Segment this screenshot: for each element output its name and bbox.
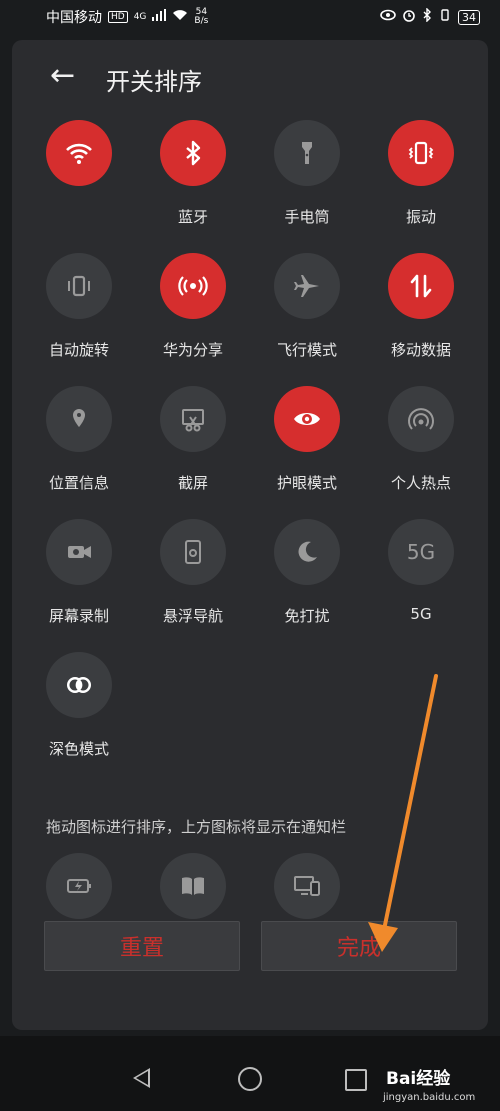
battery-indicator: 34 [458, 9, 480, 25]
nav-recent-icon[interactable] [345, 1069, 367, 1091]
toggle-circle[interactable] [274, 853, 340, 919]
toggle-label: 护眼模式 [276, 474, 337, 492]
toggle-circle[interactable] [274, 386, 340, 452]
wifi-icon [64, 138, 94, 168]
quick-toggle-mobile-data[interactable]: 移动数据 [371, 253, 471, 373]
multi-screen-icon [292, 871, 322, 901]
location-icon [64, 404, 94, 434]
nav-back-icon[interactable] [133, 1068, 150, 1088]
eye-status-icon [380, 9, 396, 25]
toggle-label: 飞行模式 [276, 341, 337, 359]
screen-record-icon [64, 537, 94, 567]
quick-toggle-huawei-share[interactable]: 华为分享 [143, 253, 243, 373]
signal-icon [152, 9, 167, 25]
toggle-circle[interactable] [274, 253, 340, 319]
nav-home-icon[interactable] [238, 1067, 262, 1091]
toggle-circle[interactable] [274, 120, 340, 186]
quick-toggle-location[interactable]: 位置信息 [29, 386, 129, 506]
switch-order-panel: ← 开关排序 蓝牙 手电筒 振动自动旋转 华为分享 飞行模式 移动数据位置信息 截屏 护眼模式… [12, 40, 488, 1030]
toggle-circle[interactable] [160, 519, 226, 585]
airplane-icon [292, 271, 322, 301]
quick-toggle-moon[interactable]: 免打扰 [257, 519, 357, 639]
huawei-share-icon [178, 271, 208, 301]
toggle-label: 截屏 [177, 474, 208, 492]
quick-toggle-5g[interactable]: 5G 5G [371, 519, 471, 639]
alarm-icon [402, 8, 416, 26]
floating-nav-icon [178, 537, 208, 567]
moon-icon [292, 537, 322, 567]
toggle-label: 悬浮导航 [162, 607, 223, 625]
screenshot-icon [178, 404, 208, 434]
hotspot-icon [406, 404, 436, 434]
toggle-label: 蓝牙 [177, 208, 208, 226]
toggle-label: 自动旋转 [48, 341, 109, 359]
bluetooth-icon [178, 138, 208, 168]
vibrate-status-icon [438, 8, 452, 26]
carrier-name: 中国移动 [46, 10, 102, 26]
quick-toggle-screen-record[interactable]: 屏幕录制 [29, 519, 129, 639]
toggle-circle[interactable] [388, 253, 454, 319]
toggle-circle[interactable] [46, 652, 112, 718]
status-bar: 中国移动 HD 4G 54 B/s 34 [0, 0, 500, 34]
drag-hint-text: 拖动图标进行排序，上方图标将显示在通知栏 [46, 818, 347, 836]
toggle-circle[interactable] [274, 519, 340, 585]
quick-toggle-flashlight[interactable]: 手电筒 [257, 120, 357, 240]
battery-saver-icon [64, 871, 94, 901]
toggle-circle[interactable] [388, 120, 454, 186]
toggle-circle[interactable] [160, 120, 226, 186]
quick-toggle-auto-rotate[interactable]: 自动旋转 [29, 253, 129, 373]
quick-toggle-eye[interactable]: 护眼模式 [257, 386, 357, 506]
toggle-label: 振动 [405, 208, 436, 226]
toggle-circle[interactable] [46, 853, 112, 919]
quick-toggle-screenshot[interactable]: 截屏 [143, 386, 243, 506]
toggle-circle[interactable] [160, 386, 226, 452]
quick-toggle-bluetooth[interactable]: 蓝牙 [143, 120, 243, 240]
back-arrow-icon[interactable]: ← [50, 61, 80, 92]
network-type: 4G [133, 12, 147, 22]
bluetooth-status-icon [422, 7, 432, 26]
auto-rotate-icon [64, 271, 94, 301]
eye-icon [292, 404, 322, 434]
toggle-circle[interactable]: 5G [388, 519, 454, 585]
reset-button[interactable]: 重置 [44, 921, 240, 971]
toggle-label: 位置信息 [48, 474, 109, 492]
toggle-label: 个人热点 [390, 474, 451, 492]
dark-mode-icon [64, 670, 94, 700]
vibrate-icon [406, 138, 436, 168]
quick-toggle-vibrate[interactable]: 振动 [371, 120, 471, 240]
toggle-label: 华为分享 [162, 341, 223, 359]
quick-toggle-hotspot[interactable]: 个人热点 [371, 386, 471, 506]
toggle-label: 屏幕录制 [48, 607, 109, 625]
toggle-circle[interactable] [160, 253, 226, 319]
toggle-circle[interactable] [46, 519, 112, 585]
wifi-status-icon [172, 9, 188, 25]
quick-toggle-dark-mode[interactable]: 深色模式 [29, 652, 129, 772]
quick-toggle-floating-nav[interactable]: 悬浮导航 [143, 519, 243, 639]
toggle-circle[interactable] [388, 386, 454, 452]
watermark-brand: Bai经验 [386, 1069, 451, 1089]
toggle-label: 移动数据 [390, 341, 451, 359]
watermark-url: jingyan.baidu.com [383, 1092, 476, 1103]
page-title: 开关排序 [106, 68, 202, 96]
reading-mode-icon [178, 871, 208, 901]
toggle-label: 免打扰 [284, 607, 330, 625]
flashlight-icon [292, 138, 322, 168]
done-button[interactable]: 完成 [261, 921, 457, 971]
quick-toggle-airplane[interactable]: 飞行模式 [257, 253, 357, 373]
5g-icon: 5G [406, 540, 436, 564]
hd-badge: HD [108, 11, 128, 23]
toggle-label: 5G [410, 605, 432, 623]
toggle-circle[interactable] [46, 386, 112, 452]
toggle-label: 深色模式 [48, 740, 109, 758]
toggle-circle[interactable] [46, 253, 112, 319]
network-speed: 54 B/s [194, 7, 209, 26]
toggle-label: 手电筒 [284, 208, 330, 226]
quick-toggle-wifi[interactable] [29, 120, 129, 240]
toggle-circle[interactable] [46, 120, 112, 186]
mobile-data-icon [406, 271, 436, 301]
toggle-circle[interactable] [160, 853, 226, 919]
